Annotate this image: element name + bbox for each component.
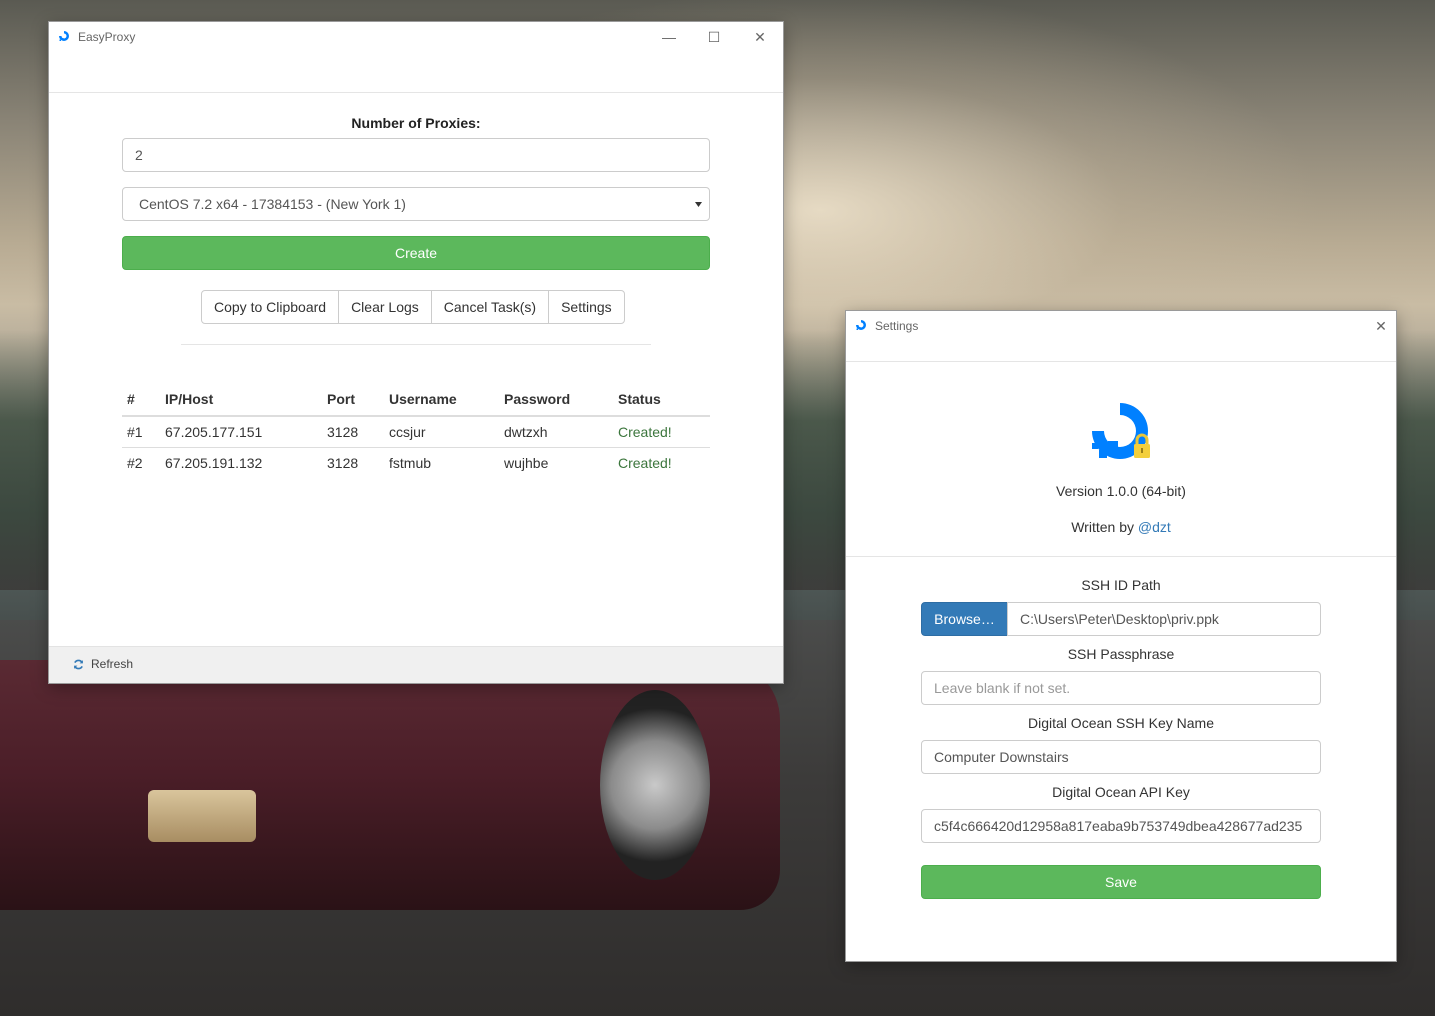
cell-password: dwtzxh	[504, 424, 548, 440]
window-title: EasyProxy	[78, 30, 136, 44]
table-row: #1 67.205.177.151 3128 ccsjur dwtzxh Cre…	[122, 416, 710, 448]
action-button-group: Copy to Clipboard Clear Logs Cancel Task…	[201, 290, 625, 324]
cell-username: fstmub	[384, 447, 499, 478]
ssh-passphrase-placeholder: Leave blank if not set.	[934, 680, 1071, 696]
digitalocean-logo-icon	[59, 31, 69, 41]
refresh-button[interactable]: Refresh	[73, 657, 133, 671]
status-footer: Refresh	[49, 646, 783, 683]
refresh-label: Refresh	[91, 657, 134, 671]
ssh-key-name-input[interactable]: Computer Downstairs	[921, 740, 1321, 774]
refresh-icon	[74, 659, 83, 669]
api-key-input[interactable]: c5f4c666420d12958a817eaba9b753749dbea428…	[921, 809, 1321, 843]
table-row: #2 67.205.191.132 3128 fstmub wujhbe Cre…	[122, 447, 710, 478]
ssh-key-name-label: Digital Ocean SSH Key Name	[1028, 715, 1214, 731]
column-header-username: Username	[384, 383, 499, 417]
divider	[181, 344, 651, 345]
easyproxy-window: EasyProxy — ☐ ✕ Number of Proxies: 2 Cen…	[49, 22, 783, 683]
cell-number: #1	[127, 424, 143, 440]
image-region-select-value: CentOS 7.2 x64 - 17384153 - (New York 1)	[139, 196, 406, 212]
ssh-id-path-input[interactable]: C:\Users\Peter\Desktop\priv.ppk	[1007, 602, 1321, 636]
title-bar[interactable]: EasyProxy — ☐ ✕	[49, 22, 783, 52]
caret-down-icon	[695, 202, 702, 207]
api-key-value: c5f4c666420d12958a817eaba9b753749dbea428…	[934, 818, 1303, 834]
window-header-area	[49, 52, 783, 93]
settings-button[interactable]: Settings	[548, 290, 625, 324]
desktop-background-wheel	[600, 690, 710, 880]
table-header-row: # IP/Host Port Username Password Status	[122, 383, 710, 417]
ssh-passphrase-input[interactable]: Leave blank if not set.	[921, 671, 1321, 705]
column-header-number: #	[122, 383, 160, 417]
cell-username: ccsjur	[389, 424, 426, 440]
ssh-id-path-label: SSH ID Path	[1081, 577, 1161, 593]
cell-ip-host: 67.205.177.151	[165, 424, 263, 440]
cell-password: wujhbe	[499, 447, 613, 478]
written-by-text: Written by @dzt	[846, 519, 1396, 535]
ssh-id-path-value: C:\Users\Peter\Desktop\priv.ppk	[1020, 611, 1219, 627]
desktop-background-license-plate	[148, 790, 256, 842]
digitalocean-logo-icon	[856, 320, 866, 330]
create-button[interactable]: Create	[122, 236, 710, 270]
cell-port: 3128	[322, 447, 384, 478]
proxies-table: # IP/Host Port Username Password Status …	[122, 383, 710, 478]
cancel-tasks-button[interactable]: Cancel Task(s)	[430, 290, 550, 324]
browse-button[interactable]: Browse…	[921, 602, 1008, 636]
column-header-status: Status	[613, 383, 710, 417]
cell-status: Created!	[618, 424, 672, 440]
ssh-key-name-value: Computer Downstairs	[934, 749, 1069, 765]
cell-number: #2	[122, 447, 160, 478]
copy-to-clipboard-button[interactable]: Copy to Clipboard	[201, 290, 340, 324]
image-region-select[interactable]: CentOS 7.2 x64 - 17384153 - (New York 1)	[122, 187, 710, 221]
column-header-ip-host: IP/Host	[160, 383, 322, 417]
settings-window-title: Settings	[875, 319, 919, 333]
column-header-password: Password	[499, 383, 613, 417]
settings-window: Settings ✕ Version 1.0.0 (64-bit) Writte…	[846, 311, 1396, 961]
version-text: Version 1.0.0 (64-bit)	[1056, 483, 1186, 499]
author-link[interactable]: @dzt	[1138, 519, 1171, 535]
maximize-button[interactable]: ☐	[699, 26, 729, 48]
clear-logs-button[interactable]: Clear Logs	[338, 290, 432, 324]
column-header-port: Port	[322, 383, 384, 417]
written-by-prefix: Written by	[1071, 519, 1138, 535]
number-of-proxies-input[interactable]: 2	[122, 138, 710, 172]
number-of-proxies-label: Number of Proxies:	[351, 115, 481, 131]
ssh-passphrase-label: SSH Passphrase	[1067, 646, 1175, 662]
cell-status: Created!	[613, 447, 710, 478]
api-key-label: Digital Ocean API Key	[1052, 784, 1190, 800]
settings-close-button[interactable]: ✕	[1366, 315, 1396, 337]
digitalocean-lock-logo-icon	[1092, 403, 1150, 459]
settings-title-bar[interactable]: Settings ✕	[846, 311, 1396, 341]
minimize-button[interactable]: —	[654, 26, 684, 48]
close-button[interactable]: ✕	[745, 26, 775, 48]
cell-ip-host: 67.205.191.132	[160, 447, 322, 478]
settings-header-area	[846, 341, 1396, 362]
save-button[interactable]: Save	[921, 865, 1321, 899]
settings-divider	[846, 556, 1396, 557]
cell-port: 3128	[327, 424, 359, 440]
number-of-proxies-value: 2	[135, 147, 143, 163]
